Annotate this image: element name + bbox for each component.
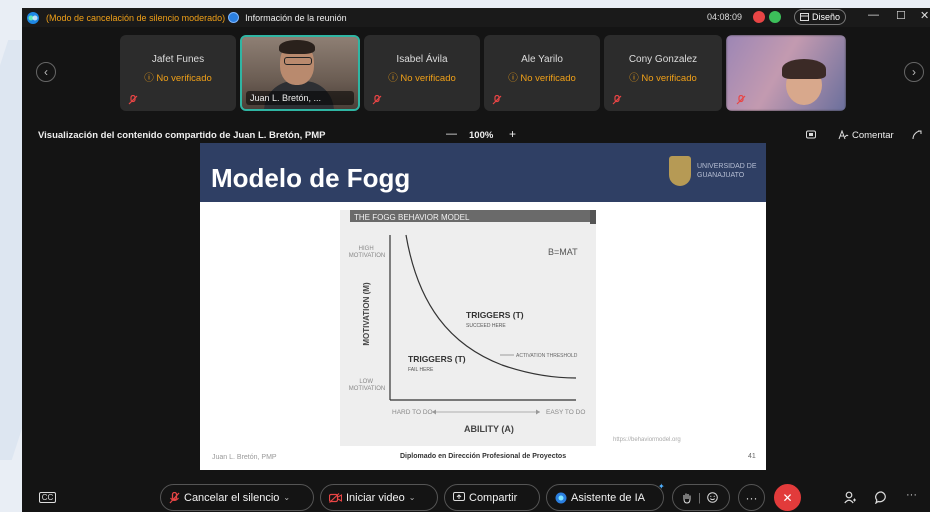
noise-cancel-mode[interactable]: (Modo de cancelación de silencio moderad…	[46, 13, 225, 23]
layout-button[interactable]: Diseño	[794, 9, 846, 25]
participant-tile[interactable]: Ale Yarilo ⓘ No verificado	[484, 35, 600, 111]
muted-mic-icon	[612, 95, 622, 105]
share-title: Visualización del contenido compartido d…	[38, 130, 326, 141]
shared-slide: Modelo de Fogg UNIVERSIDAD DE GUANAJUATO…	[200, 143, 766, 470]
muted-mic-icon	[372, 95, 382, 105]
start-video-label: Iniciar video	[346, 491, 405, 504]
muted-mic-icon	[736, 95, 746, 105]
record-status-icon[interactable]	[753, 11, 765, 23]
formula-label: B=MAT	[548, 247, 578, 257]
annotate-icon	[838, 130, 849, 140]
fail-here-label: FAIL HERE	[408, 367, 434, 373]
verification-status: ⓘ No verificado	[508, 73, 576, 84]
triggers-succeed-label: TRIGGERS (T)	[466, 310, 524, 320]
close-button[interactable]: ✕	[920, 9, 929, 22]
video-hair	[279, 40, 315, 54]
more-options-button[interactable]: ···	[738, 484, 765, 511]
verification-status: ⓘ No verificado	[144, 73, 212, 84]
meeting-info-link[interactable]: Información de la reunión	[245, 13, 347, 23]
video-glasses	[284, 57, 312, 65]
captions-button[interactable]: CC	[34, 484, 61, 511]
activation-threshold-label: ACTIVATION THRESHOLD	[516, 353, 578, 359]
ai-assistant-icon	[555, 492, 567, 503]
muted-mic-icon	[169, 491, 180, 503]
share-label: Compartir	[469, 491, 518, 504]
sparkle-icon: ✦	[658, 482, 665, 491]
info-shield-icon	[228, 12, 240, 23]
raise-hand-icon[interactable]	[682, 492, 692, 504]
participant-name-overlay: Juan L. Bretón, ...	[246, 91, 354, 105]
slide-header: Modelo de Fogg UNIVERSIDAD DE GUANAJUATO	[200, 143, 766, 202]
slide-author: Juan L. Bretón, PMP	[212, 454, 277, 461]
minimize-button[interactable]: —	[868, 9, 879, 21]
participant-name: Juan L. Bretón, ...	[250, 93, 322, 103]
chevron-down-icon[interactable]: ⌄	[283, 493, 290, 502]
comment-button[interactable]: Comentar	[852, 130, 894, 141]
slide-page-number: 41	[748, 453, 756, 460]
video-off-icon	[329, 492, 342, 503]
zoom-level[interactable]: 100%	[469, 130, 493, 141]
easy-to-do-label: EASY TO DO	[546, 409, 585, 416]
video-hair	[782, 59, 826, 79]
prev-participants-button[interactable]: ‹	[36, 62, 56, 82]
start-video-button[interactable]: Iniciar video ⌄	[320, 484, 438, 511]
unmute-button[interactable]: Cancelar el silencio ⌄	[160, 484, 314, 511]
slide-source-url: https://behaviormodel.org	[613, 437, 681, 443]
webex-logo-icon	[27, 11, 39, 24]
zoom-out-button[interactable]: —	[446, 128, 457, 140]
title-bar: (Modo de cancelación de silencio moderad…	[22, 8, 930, 27]
hard-to-do-label: HARD TO DO	[392, 409, 433, 416]
ai-assistant-button[interactable]: Asistente de IA	[546, 484, 664, 511]
participant-name: Jafet Funes	[151, 54, 205, 65]
verification-status: ⓘ No verificado	[629, 73, 697, 84]
meeting-timer: 04:08:09	[707, 12, 743, 22]
verification-status: ⓘ No verificado	[388, 73, 456, 84]
muted-mic-icon	[128, 95, 138, 105]
share-button[interactable]: Compartir	[444, 484, 540, 511]
participant-tile[interactable]: Jafet Funes ⓘ No verificado	[120, 35, 236, 111]
share-view-icon[interactable]	[806, 130, 816, 140]
slide-course: Diplomado en Dirección Profesional de Pr…	[400, 453, 567, 460]
connection-status-icon[interactable]	[769, 11, 781, 23]
y-axis-label: MOTIVATION (M)	[362, 282, 371, 346]
participant-name: Ale Yarilo	[521, 54, 563, 65]
university-name: UNIVERSIDAD DE GUANAJUATO	[697, 163, 757, 179]
muted-mic-icon	[492, 95, 502, 105]
participant-tile[interactable]: Cony Gonzalez ⓘ No verificado	[604, 35, 722, 111]
layout-icon	[799, 13, 809, 21]
participant-name: Cony Gonzalez	[628, 54, 698, 65]
meeting-window: (Modo de cancelación de silencio moderad…	[22, 8, 930, 512]
zoom-in-button[interactable]: +	[509, 127, 516, 141]
succeed-here-label: SUCCEED HERE	[466, 323, 506, 329]
layout-label: Diseño	[811, 12, 840, 22]
emoji-reaction-icon[interactable]	[707, 492, 718, 503]
meeting-controls: CC Cancelar el silencio ⌄ Iniciar video …	[22, 482, 930, 512]
participant-strip: ‹ Jafet Funes ⓘ No verificado Juan L. Br…	[22, 35, 930, 111]
chat-icon[interactable]	[875, 491, 888, 504]
participants-icon[interactable]	[844, 491, 857, 504]
slide-title: Modelo de Fogg	[211, 163, 411, 193]
end-call-button[interactable]: ✕	[774, 484, 801, 511]
x-axis-label: ABILITY (A)	[464, 424, 514, 434]
expand-icon[interactable]	[912, 130, 922, 140]
unmute-label: Cancelar el silencio	[184, 491, 280, 504]
participant-tile[interactable]: Isabel Ávila ⓘ No verificado	[364, 35, 480, 111]
participant-tile-active-speaker[interactable]: Juan L. Bretón, ...	[240, 35, 360, 111]
participant-name: Isabel Ávila	[396, 54, 448, 65]
participant-tile-video[interactable]	[726, 35, 846, 111]
ai-assistant-label: Asistente de IA	[571, 491, 645, 504]
fogg-behavior-model-figure: THE FOGG BEHAVIOR MODEL HIGH MOTIVATION …	[340, 210, 596, 446]
divider: |	[698, 491, 701, 504]
reactions-button-group[interactable]: |	[672, 484, 730, 511]
university-crest-logo	[669, 156, 691, 186]
maximize-button[interactable]: ☐	[896, 9, 906, 22]
chevron-down-icon[interactable]: ⌄	[409, 493, 416, 502]
triggers-fail-label: TRIGGERS (T)	[408, 354, 466, 364]
captions-label: CC	[38, 492, 57, 503]
next-participants-button[interactable]: ›	[904, 62, 924, 82]
figure-header: THE FOGG BEHAVIOR MODEL	[354, 213, 470, 222]
share-screen-icon	[453, 492, 465, 501]
more-panels-button[interactable]: ···	[906, 489, 917, 501]
